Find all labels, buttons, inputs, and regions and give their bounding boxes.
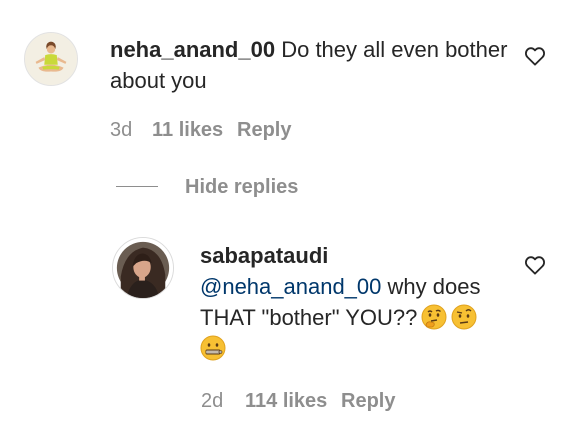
reply-body-line2: THAT "bother" YOU?? xyxy=(200,305,418,330)
comment-username[interactable]: neha_anand_00 xyxy=(110,37,275,62)
comment-reply-button[interactable]: Reply xyxy=(237,119,291,142)
reply-likes-count[interactable]: 114 likes xyxy=(245,390,327,413)
reply-text: @neha_anand_00 why does THAT "bother" YO… xyxy=(200,271,520,364)
comment-likes-count[interactable]: 11 likes xyxy=(152,119,223,142)
reply-username[interactable]: sabapataudi xyxy=(200,240,328,271)
reply-reply-button[interactable]: Reply xyxy=(341,390,395,413)
avatar[interactable] xyxy=(112,237,174,299)
comment-text: neha_anand_00 Do they all even bother ab… xyxy=(110,34,510,96)
comment-timestamp: 3d xyxy=(110,119,133,141)
like-heart-icon[interactable] xyxy=(524,46,546,66)
replies-divider-line xyxy=(116,186,158,187)
face-with-raised-eyebrow-icon xyxy=(451,304,477,330)
avatar[interactable] xyxy=(24,32,78,86)
hide-replies-button[interactable]: Hide replies xyxy=(185,176,298,199)
reply-body-line1: why does xyxy=(381,274,481,299)
like-heart-icon[interactable] xyxy=(524,255,546,275)
reply-timestamp: 2d xyxy=(201,390,224,412)
mention-link[interactable]: @neha_anand_00 xyxy=(200,274,381,299)
zipper-mouth-face-icon xyxy=(200,335,226,361)
thinking-face-icon xyxy=(421,304,447,330)
